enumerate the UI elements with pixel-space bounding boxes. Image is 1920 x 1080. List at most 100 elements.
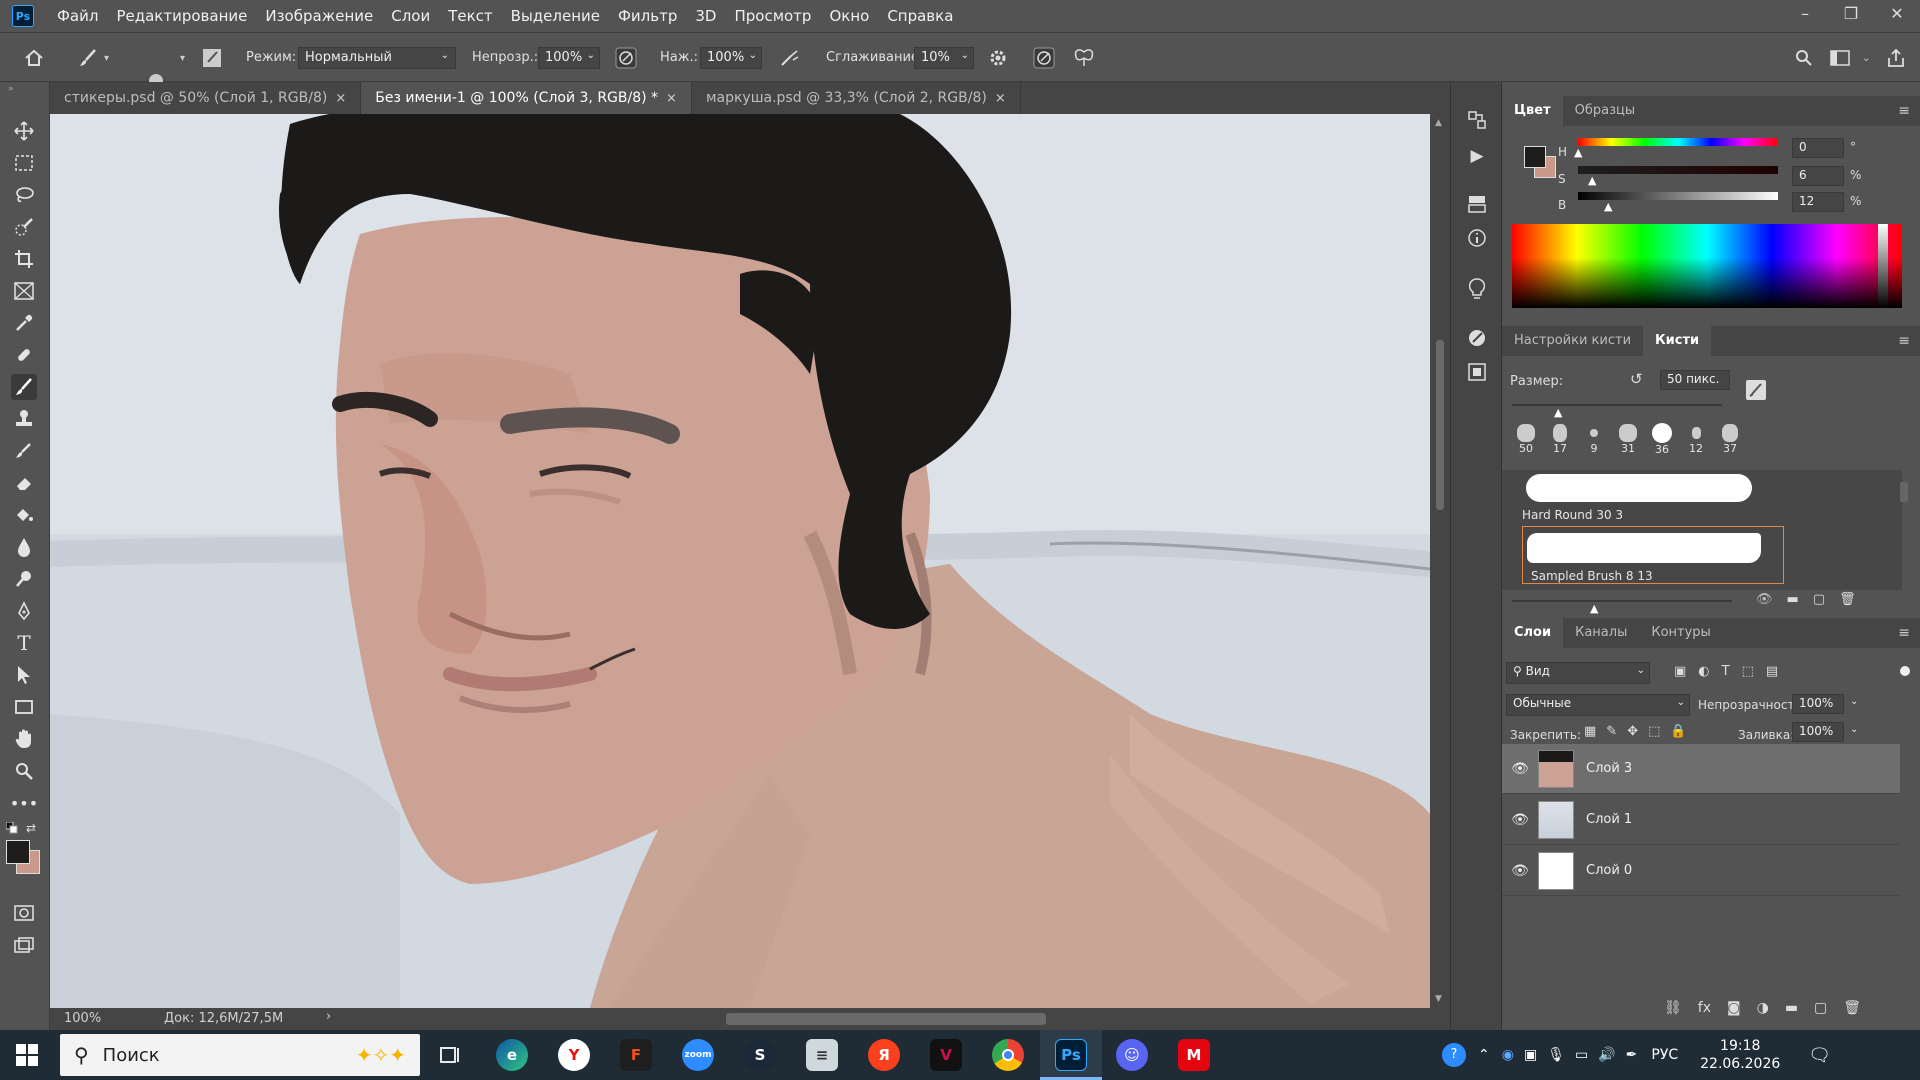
tab-paths[interactable]: Контуры <box>1639 618 1722 648</box>
actions-play-icon[interactable]: ▶ <box>1465 144 1489 168</box>
tab-layers[interactable]: Слои <box>1502 618 1564 648</box>
workspace-arrow-icon[interactable]: ⌄ <box>1862 53 1870 64</box>
cloud-sync-icon[interactable]: ◉ <box>1502 1047 1514 1063</box>
close-icon[interactable]: × <box>335 91 346 106</box>
task-view-icon[interactable] <box>434 1039 466 1071</box>
notepad-icon[interactable]: ≡ <box>806 1039 838 1071</box>
photoshop-icon[interactable]: Ps <box>1055 1039 1087 1071</box>
close-button[interactable]: ✕ <box>1874 0 1920 28</box>
chrome-icon[interactable] <box>992 1039 1024 1071</box>
menu-help[interactable]: Справка <box>878 7 962 25</box>
brush-preset[interactable]: 12 <box>1680 420 1712 455</box>
menu-3d[interactable]: 3D <box>686 7 725 25</box>
brush-size-arrow-icon[interactable]: ▾ <box>180 53 185 64</box>
paint-bucket-tool-icon[interactable] <box>11 502 37 528</box>
info-icon[interactable] <box>1465 228 1489 252</box>
volume-icon[interactable]: 🔊 <box>1598 1047 1615 1063</box>
menu-text[interactable]: Текст <box>439 7 501 25</box>
microphone-icon[interactable]: 🎙 <box>1547 1047 1565 1063</box>
tab-brush-settings[interactable]: Настройки кисти <box>1502 326 1643 356</box>
taskbar-search[interactable]: ⚲ Поиск ✦✧✦ <box>60 1034 420 1076</box>
menu-view[interactable]: Просмотр <box>725 7 820 25</box>
eye-icon[interactable]: 👁 <box>1502 812 1538 828</box>
layer-name[interactable]: Слой 1 <box>1586 812 1632 827</box>
scroll-down-icon[interactable]: ▼ <box>1435 994 1442 1004</box>
history-icon[interactable] <box>1465 110 1489 134</box>
tab-color[interactable]: Цвет <box>1502 96 1563 126</box>
discord-icon[interactable]: ☺ <box>1116 1039 1148 1071</box>
layer-name[interactable]: Слой 3 <box>1586 761 1632 776</box>
frame-tool-icon[interactable] <box>11 278 37 304</box>
tab-channels[interactable]: Каналы <box>1563 618 1639 648</box>
home-icon[interactable] <box>22 46 46 70</box>
status-menu-arrow[interactable]: › <box>326 1009 331 1024</box>
pressure-size-icon[interactable] <box>1032 46 1056 70</box>
search-icon[interactable] <box>1792 46 1816 70</box>
minimize-button[interactable]: – <box>1782 0 1828 28</box>
brush-preset[interactable]: 37 <box>1714 420 1746 455</box>
swap-colors-icon[interactable]: ⇄ <box>26 821 36 835</box>
blur-tool-icon[interactable] <box>11 534 37 560</box>
panel-menu-icon[interactable]: ≡ <box>1898 625 1910 641</box>
quick-selection-tool-icon[interactable] <box>11 214 37 240</box>
tab-markusha[interactable]: маркуша.psd @ 33,3% (Слой 2, RGB/8) × <box>691 82 1021 114</box>
default-colors-icon[interactable] <box>5 821 18 834</box>
delete-layer-icon[interactable]: 🗑 <box>1843 1000 1861 1016</box>
brush-settings-toggle-icon[interactable] <box>200 46 224 70</box>
toggle-visibility-icon[interactable]: 👁 <box>1756 592 1773 607</box>
brush-preset[interactable]: 31 <box>1612 420 1644 455</box>
lasso-tool-icon[interactable] <box>11 182 37 208</box>
mask-icon[interactable]: ◙ <box>1727 1000 1741 1016</box>
new-brush-icon[interactable] <box>1746 380 1766 400</box>
steam-icon[interactable]: S <box>744 1039 776 1071</box>
yandex-browser-icon[interactable]: Y <box>558 1039 590 1071</box>
filter-shape-icon[interactable]: ⬚ <box>1742 664 1754 679</box>
new-item-icon[interactable]: ▢ <box>1813 592 1825 607</box>
help-icon[interactable]: ? <box>1442 1043 1466 1067</box>
menu-window[interactable]: Окно <box>820 7 878 25</box>
size-slider-track[interactable] <box>1512 404 1722 406</box>
filter-pixel-icon[interactable]: ▣ <box>1674 664 1686 679</box>
notifications-icon[interactable]: 🗨 <box>1808 1045 1831 1066</box>
brush-preset[interactable]: 36 <box>1646 420 1678 456</box>
battery-icon[interactable]: ▭ <box>1575 1047 1588 1063</box>
saturation-slider[interactable] <box>1578 166 1778 174</box>
healing-brush-tool-icon[interactable] <box>11 342 37 368</box>
yandex-icon[interactable]: Я <box>868 1039 900 1071</box>
tab-brushes[interactable]: Кисти <box>1643 326 1712 356</box>
layer-row-0[interactable]: 👁 Слой 0 <box>1502 846 1900 896</box>
eraser-tool-icon[interactable] <box>11 470 37 496</box>
brush-preset[interactable]: 17 <box>1544 420 1576 455</box>
tab-stickers[interactable]: стикеры.psd @ 50% (Слой 1, RGB/8) × <box>50 82 362 114</box>
color-spectrum[interactable] <box>1512 224 1902 308</box>
close-icon[interactable]: × <box>666 91 677 106</box>
tab-swatches[interactable]: Образцы <box>1563 96 1648 126</box>
mts-icon[interactable]: M <box>1178 1039 1210 1071</box>
path-selection-tool-icon[interactable] <box>11 662 37 688</box>
zoom-icon[interactable]: zoom <box>682 1039 714 1071</box>
horizontal-scrollbar-thumb[interactable] <box>726 1013 1046 1025</box>
blend-mode-select[interactable]: Обычные ⌄ <box>1506 694 1690 716</box>
link-icon[interactable]: ⛓ <box>1664 1000 1682 1016</box>
chevron-up-icon[interactable]: ⌃ <box>1478 1047 1490 1063</box>
eye-icon[interactable]: 👁 <box>1502 761 1538 777</box>
opacity-field[interactable]: 100% ⌄ <box>538 47 600 69</box>
brush-item[interactable]: Hard Round 30 3 <box>1522 474 1760 526</box>
scroll-up-icon[interactable]: ▲ <box>1435 118 1442 128</box>
panel-menu-icon[interactable]: ≡ <box>1898 333 1910 349</box>
size-field[interactable]: 50 пикс. <box>1660 370 1730 390</box>
eye-icon[interactable]: 👁 <box>1502 863 1538 879</box>
brightness-field[interactable]: 12 <box>1792 192 1844 212</box>
hue-field[interactable]: 0 <box>1792 138 1844 158</box>
brush-preset[interactable]: 50 <box>1510 420 1542 455</box>
panel-menu-icon[interactable]: ≡ <box>1898 103 1910 119</box>
size-slider-handle[interactable]: ▲ <box>1554 406 1562 419</box>
screen-mode-icon[interactable] <box>11 932 37 958</box>
painting-canvas[interactable] <box>50 114 1430 1008</box>
clock[interactable]: 19:18 22.06.2026 <box>1700 1037 1780 1073</box>
foreground-color-swatch[interactable] <box>6 840 30 864</box>
color-panel-foreground-swatch[interactable] <box>1524 146 1546 168</box>
menu-select[interactable]: Выделение <box>502 7 609 25</box>
layer-filter-select[interactable]: ⚲ Вид ⌄ <box>1506 662 1650 684</box>
trash-icon[interactable]: 🗑 <box>1839 592 1856 607</box>
